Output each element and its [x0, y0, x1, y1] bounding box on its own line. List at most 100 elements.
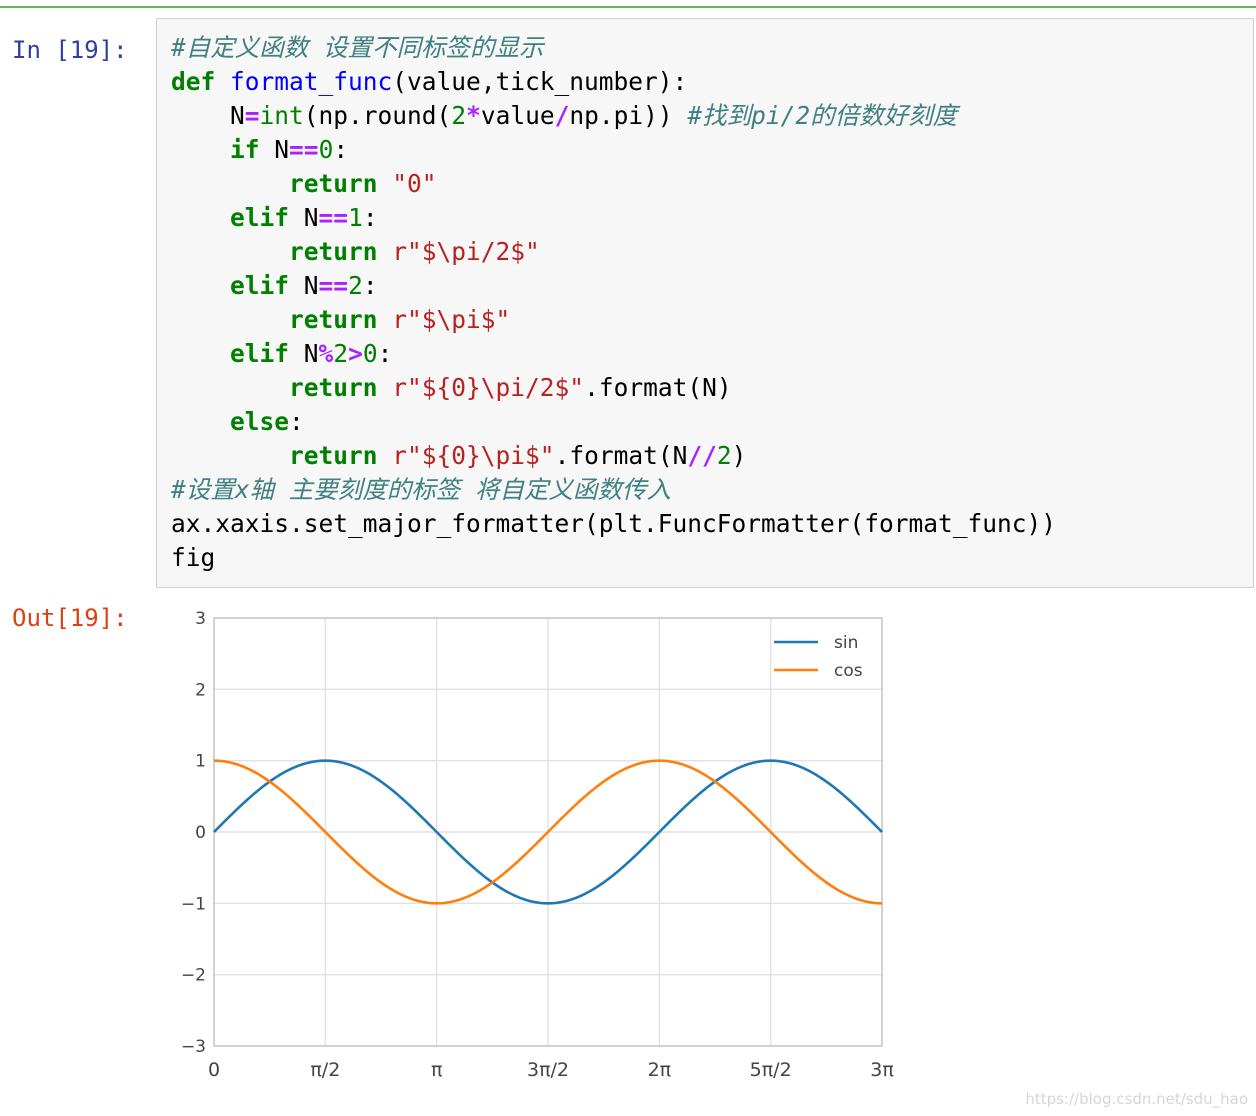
- y-tick-label: −3: [181, 1037, 206, 1057]
- code-token: "0": [392, 169, 437, 198]
- output-prompt: Out[19]:: [12, 604, 128, 632]
- code-token: format_func: [230, 67, 393, 96]
- code-token: 2: [451, 101, 467, 130]
- code-token: else: [230, 407, 290, 436]
- code-token: return: [289, 237, 378, 266]
- code-token: N: [289, 271, 319, 300]
- code-token: :: [289, 407, 304, 436]
- code-token: (np.round(: [303, 101, 452, 130]
- x-tick-label: 2π: [648, 1059, 672, 1081]
- code-token: :: [362, 203, 378, 232]
- code-line: #设置x轴 主要刻度的标签 将自定义函数传入: [171, 473, 1056, 507]
- code-token: elif: [230, 203, 290, 232]
- code-token: N: [289, 339, 319, 368]
- y-tick-label: −2: [181, 966, 206, 986]
- code-token: ax.xaxis.set_major_formatter(plt.FuncFor…: [171, 509, 1057, 538]
- y-tick-label: 2: [195, 680, 206, 700]
- code-line: return r"$\pi$": [171, 303, 1056, 337]
- code-line: def format_func(value,tick_number):: [171, 65, 1056, 99]
- input-prompt: In [19]:: [12, 36, 128, 64]
- y-tick-label: 3: [195, 609, 206, 629]
- code-token: elif: [230, 271, 290, 300]
- code-block[interactable]: #自定义函数 设置不同标签的显示 def format_func(value,ti…: [171, 31, 1056, 575]
- code-token: N: [289, 203, 319, 232]
- legend: sin cos: [774, 633, 863, 681]
- code-token: fig: [171, 543, 216, 572]
- code-cell-editor[interactable]: #自定义函数 设置不同标签的显示 def format_func(value,ti…: [156, 18, 1254, 588]
- code-token: N: [259, 135, 290, 164]
- code-token: *: [466, 101, 481, 130]
- code-line: #自定义函数 设置不同标签的显示: [171, 31, 1056, 65]
- x-tick-label: 0: [208, 1059, 220, 1081]
- code-line: elif N%2>0:: [171, 337, 1056, 371]
- code-line: fig: [171, 541, 1056, 575]
- code-token: if: [230, 135, 260, 164]
- code-token: return: [289, 305, 378, 334]
- code-token: ): [731, 441, 747, 470]
- code-token: (value,tick_number):: [392, 67, 688, 96]
- code-token: r"$\pi/2$": [392, 237, 540, 266]
- code-token: 0: [318, 135, 334, 164]
- x-tick-label: π: [431, 1059, 442, 1081]
- x-tick-label: π/2: [310, 1059, 340, 1081]
- code-token: #设置x轴 主要刻度的标签 将自定义函数传入: [171, 475, 671, 504]
- code-token: ==: [318, 271, 349, 300]
- y-tick-label: 0: [195, 823, 206, 843]
- code-token: #找到pi/2的倍数好刻度: [687, 101, 958, 130]
- code-token: :: [362, 271, 378, 300]
- watermark: https://blog.csdn.net/sdu_hao: [1025, 1090, 1248, 1108]
- tick-labels: 0 π/2 π 3π/2 2π 5π/2 3π 3 2 1 0 −1 −2 −3: [181, 609, 894, 1081]
- code-token: r"${0}\pi$": [392, 441, 555, 470]
- code-token: %: [318, 339, 334, 368]
- code-token: 2: [716, 441, 732, 470]
- code-token: /: [554, 101, 570, 130]
- code-line: elif N==2:: [171, 269, 1056, 303]
- code-token: 2: [333, 339, 349, 368]
- code-token: return: [289, 441, 378, 470]
- code-token: .format(N: [554, 441, 688, 470]
- code-token: ==: [289, 135, 319, 164]
- legend-label-cos: cos: [834, 661, 863, 681]
- x-tick-label: 3π: [870, 1059, 894, 1081]
- code-token: =: [244, 101, 260, 130]
- y-tick-label: 1: [195, 752, 206, 772]
- x-tick-label: 5π/2: [750, 1059, 792, 1081]
- code-token: return: [289, 169, 378, 198]
- code-line: else:: [171, 405, 1056, 439]
- code-token: //: [687, 441, 717, 470]
- code-token: :: [377, 339, 393, 368]
- code-line: return r"${0}\pi/2$".format(N): [171, 371, 1056, 405]
- code-line: return r"$\pi/2$": [171, 235, 1056, 269]
- code-token: r"${0}\pi/2$": [392, 373, 585, 402]
- code-line: if N==0:: [171, 133, 1056, 167]
- code-token: ==: [318, 203, 349, 232]
- code-token: int: [259, 101, 304, 130]
- code-token: return: [289, 373, 378, 402]
- code-line: return "0": [171, 167, 1056, 201]
- y-tick-label: −1: [181, 894, 206, 914]
- code-token: 1: [348, 203, 363, 232]
- code-token: :: [333, 135, 349, 164]
- code-token: #自定义函数 设置不同标签的显示: [171, 33, 544, 62]
- code-line: return r"${0}\pi$".format(N//2): [171, 439, 1056, 473]
- code-token: >: [348, 339, 363, 368]
- code-token: N: [171, 101, 245, 130]
- sin-cos-plot: 0 π/2 π 3π/2 2π 5π/2 3π 3 2 1 0 −1 −2 −3 sin cos: [181, 609, 894, 1081]
- code-line: elif N==1:: [171, 201, 1056, 235]
- code-line: ax.xaxis.set_major_formatter(plt.FuncFor…: [171, 507, 1056, 541]
- x-tick-label: 3π/2: [527, 1059, 569, 1081]
- cell-selection-border: [0, 6, 1256, 8]
- code-token: np.pi)): [569, 101, 688, 130]
